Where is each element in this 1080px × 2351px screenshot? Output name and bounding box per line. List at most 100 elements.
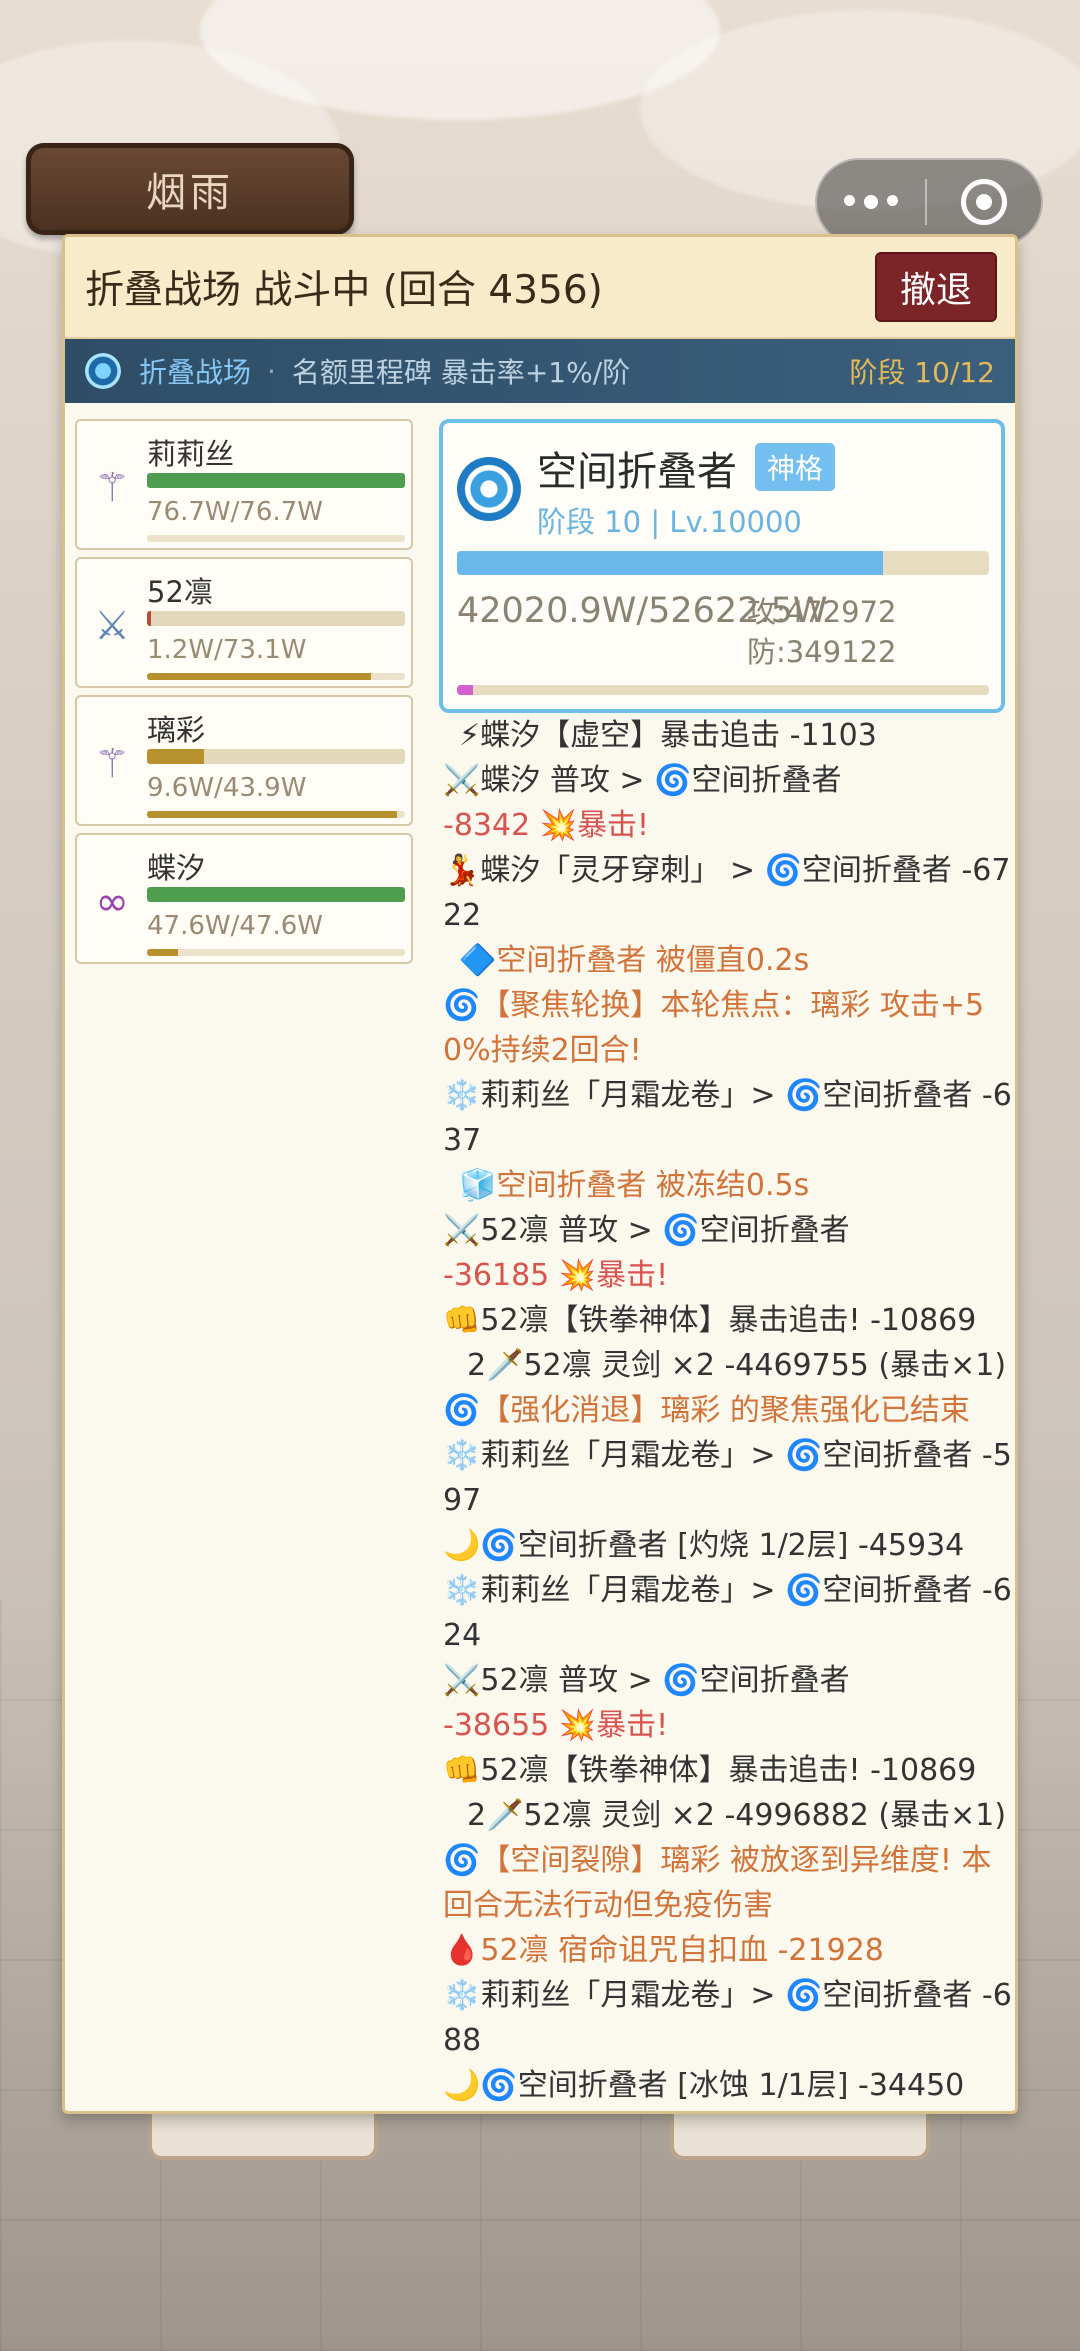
member-hp-bar (147, 749, 405, 764)
vortex-icon (85, 353, 121, 389)
log-entry: -8342 💥暴击! (443, 803, 1013, 848)
player-name: 烟雨 (146, 170, 234, 216)
member-hp-bar (147, 473, 405, 488)
team-member-card[interactable]: ⚚ 莉莉丝 76.7W/76.7W (75, 419, 413, 550)
log-entry: 👊52凛【铁拳神体】暴击追击! -10869 (443, 1748, 1013, 1793)
log-icon: 🩸 (443, 1933, 481, 1968)
mini-program-capsule (815, 158, 1043, 246)
log-entry: 2🗡️52凛 灵剑 ×2 -4469755 (暴击×1) (443, 1343, 1013, 1388)
log-icon: ❄️ (443, 1438, 481, 1473)
log-icon: 🌀 (443, 1843, 481, 1878)
log-text: -8342 💥暴击! (443, 808, 650, 843)
log-icon: 🌙 (443, 2068, 481, 2103)
boss-attack: 攻:472972 (747, 595, 897, 629)
battle-log[interactable]: ⚡蝶汐【虚空】暴击追击 -1103 ⚔️蝶汐 普攻 > 🌀空间折叠者 -8342 💥… (443, 713, 1013, 2109)
member-hp-text: 76.7W/76.7W (147, 497, 323, 527)
boss-level: 阶段 10 | Lv.10000 (537, 505, 802, 539)
log-text: 蝶汐 普攻 > 🌀空间折叠者 (480, 763, 842, 798)
log-text: 【空间裂隙】璃彩 被放逐到异维度! 本回合无法行动但免疫伤害 (443, 1843, 992, 1923)
log-icon: ❄️ (443, 1573, 481, 1608)
staff-icon: ⚚ (94, 465, 130, 511)
separator: · (267, 354, 276, 388)
log-entry: 🌙🌀空间折叠者 [灼烧 1/2层] -45934 (443, 1523, 1013, 1568)
team-member-card[interactable]: ∞ 蝶汐 47.6W/47.6W (75, 833, 413, 964)
milestone-buff: 名额里程碑 暴击率+1%/阶 (291, 356, 631, 389)
log-text: 蝶汐「灵牙穿刺」 > 🌀空间折叠者 -6722 (443, 853, 1011, 933)
log-entry: 💃蝶汐「灵牙穿刺」 > 🌀空间折叠者 -6722 (443, 848, 1013, 938)
log-icon: ⚔️ (443, 1663, 481, 1698)
log-text: 2🗡️52凛 灵剑 ×2 -4469755 (暴击×1) (467, 1348, 1007, 1383)
chain-icon: ∞ (95, 879, 129, 925)
log-entry: 🌀【强化消退】璃彩 的聚焦强化已结束 (443, 1388, 1013, 1433)
boss-defense: 防:349122 (747, 635, 897, 669)
log-icon: 👊 (443, 1753, 481, 1788)
log-text: 🌀空间折叠者 [灼烧 1/2层] -45934 (480, 1528, 965, 1563)
crossed-swords-icon: ⚔ (94, 603, 130, 649)
log-entry: 👊52凛【铁拳神体】暴击追击! -10869 (443, 1298, 1013, 1343)
battle-panel: 折叠战场 战斗中 (回合 4356) 撤退 折叠战场 · 名额里程碑 暴击率+1… (62, 234, 1018, 2114)
stage-progress: 阶段 10/12 (849, 356, 995, 389)
stage-bar: 折叠战场 · 名额里程碑 暴击率+1%/阶 阶段 10/12 (65, 339, 1015, 403)
member-energy-bar (147, 949, 405, 956)
team-list: ⚚ 莉莉丝 76.7W/76.7W ⚔ 52凛 1.2W/73.1W ⚚ 璃彩 9.6W/43.… (75, 419, 413, 971)
log-text: 【聚焦轮换】本轮焦点：璃彩 攻击+50%持续2回合! (443, 988, 985, 1068)
log-icon: ⚔️ (443, 763, 481, 798)
team-member-card[interactable]: ⚚ 璃彩 9.6W/43.9W (75, 695, 413, 826)
player-name-sign: 烟雨 (26, 143, 354, 235)
log-text: 空间折叠者 被冻结0.5s (496, 1168, 810, 1203)
log-text: 空间折叠者 被僵直0.2s (496, 943, 810, 978)
vortex-icon (457, 457, 521, 521)
member-hp-bar (147, 611, 405, 626)
log-icon: ❄️ (443, 1978, 481, 2013)
log-text: 莉莉丝「月霜龙卷」> 🌀空间折叠者 -688 (443, 1978, 1012, 2058)
log-text: 蝶汐【虚空】暴击追击 -1103 (480, 718, 877, 753)
log-entry: 🌀【聚焦轮换】本轮焦点：璃彩 攻击+50%持续2回合! (443, 983, 1013, 1073)
log-icon: 👊 (443, 1303, 481, 1338)
log-text: 2🗡️52凛 灵剑 ×2 -4996882 (暴击×1) (467, 1798, 1007, 1833)
member-hp-text: 1.2W/73.1W (147, 635, 307, 665)
team-member-card[interactable]: ⚔ 52凛 1.2W/73.1W (75, 557, 413, 688)
log-entry: -36185 💥暴击! (443, 1253, 1013, 1298)
panel-header: 折叠战场 战斗中 (回合 4356) 撤退 (65, 237, 1015, 339)
boss-hp-bar (457, 551, 989, 575)
member-hp-bar (147, 887, 405, 902)
member-energy-bar (147, 673, 405, 680)
close-target-icon[interactable] (927, 179, 1041, 225)
boss-card: 空间折叠者 神格 阶段 10 | Lv.10000 42020.9W/52622… (439, 419, 1005, 713)
log-entry: 🌀【空间裂隙】璃彩 被放逐到异维度! 本回合无法行动但免疫伤害 (443, 1838, 1013, 1928)
boss-hp-text: 42020.9W/52622.5W (457, 591, 828, 631)
log-entry: ❄️莉莉丝「月霜龙卷」> 🌀空间折叠者 -597 (443, 1433, 1013, 1523)
log-text: 【强化消退】璃彩 的聚焦强化已结束 (480, 1393, 970, 1428)
member-energy-bar (147, 811, 405, 818)
member-name: 蝶汐 (147, 851, 206, 885)
log-entry: ⚔️52凛 普攻 > 🌀空间折叠者 (443, 1658, 1013, 1703)
log-text: 52凛 宿命诅咒自扣血 -21928 (480, 1933, 884, 1968)
log-text: 52凛 普攻 > 🌀空间折叠者 (480, 1663, 850, 1698)
log-icon: 🌀 (443, 988, 481, 1023)
log-text: 52凛【铁拳神体】暴击追击! -10869 (480, 1303, 977, 1338)
log-entry: ❄️莉莉丝「月霜龙卷」> 🌀空间折叠者 -688 (443, 1973, 1013, 2063)
log-text: 莉莉丝「月霜龙卷」> 🌀空间折叠者 -597 (443, 1438, 1012, 1518)
boss-tag: 神格 (755, 443, 836, 491)
log-entry: ⚡蝶汐【虚空】暴击追击 -1103 (443, 713, 1013, 758)
log-entry: 🔷空间折叠者 被僵直0.2s (443, 938, 1013, 983)
boss-shield-bar (457, 685, 989, 695)
log-entry: 🧊空间折叠者 被冻结0.5s (443, 1163, 1013, 1208)
log-icon: 🌀 (443, 1393, 481, 1428)
log-text: 52凛【铁拳神体】暴击追击! -10869 (480, 1753, 977, 1788)
log-icon: ⚡ (459, 718, 481, 753)
log-entry: ⚔️蝶汐 普攻 > 🌀空间折叠者 (443, 758, 1013, 803)
log-icon: 💃 (443, 853, 481, 888)
boss-name: 空间折叠者 (537, 449, 737, 495)
log-icon: 🔷 (459, 943, 497, 978)
staff-icon: ⚚ (94, 741, 130, 787)
log-icon: ❄️ (443, 1078, 481, 1113)
more-icon[interactable] (817, 195, 925, 209)
log-icon: 🌙 (443, 1528, 481, 1563)
retreat-button[interactable]: 撤退 (875, 252, 997, 322)
log-text: 🌀空间折叠者 [冰蚀 1/1层] -34450 (480, 2068, 965, 2103)
log-entry: 🩸52凛 宿命诅咒自扣血 -21928 (443, 1928, 1013, 1973)
member-hp-text: 47.6W/47.6W (147, 911, 323, 941)
battle-title: 折叠战场 战斗中 (回合 4356) (85, 268, 603, 313)
log-entry: ❄️莉莉丝「月霜龙卷」> 🌀空间折叠者 -624 (443, 1568, 1013, 1658)
